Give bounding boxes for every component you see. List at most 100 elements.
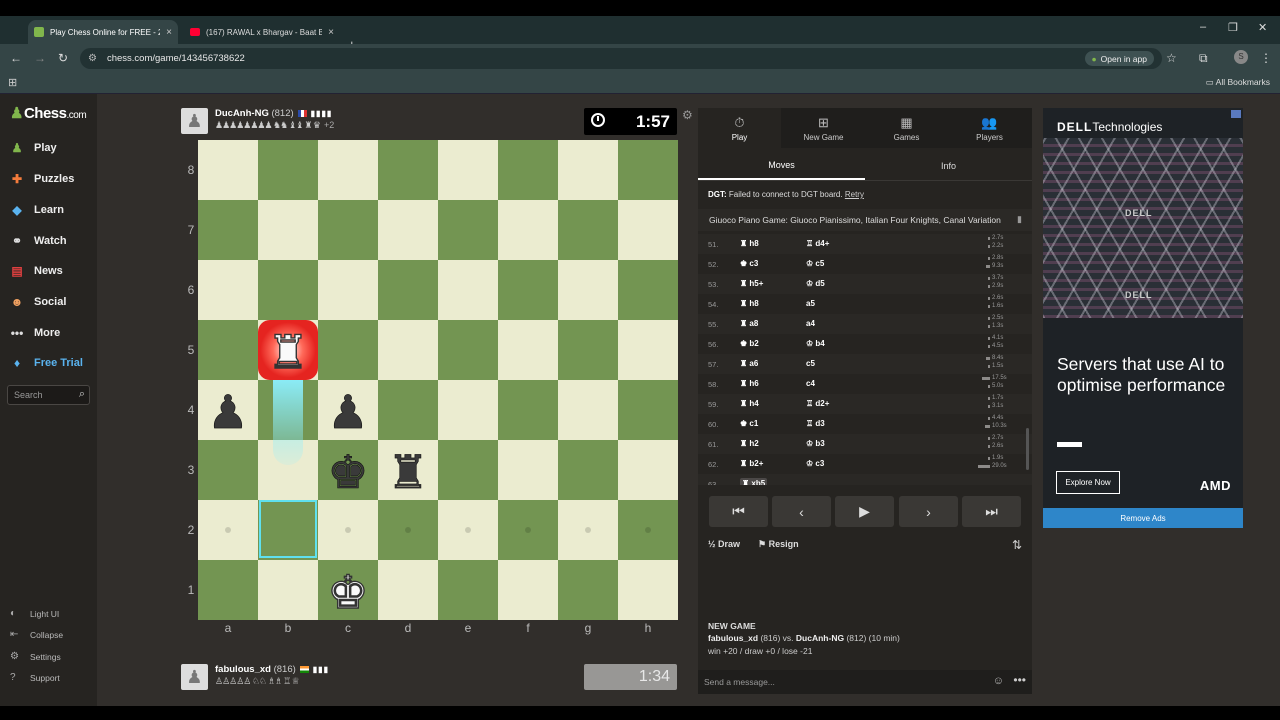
board-square-c6[interactable]: [318, 260, 378, 320]
black-king[interactable]: ♚: [318, 442, 378, 502]
white-move[interactable]: ♚ c1: [740, 419, 758, 428]
player-name[interactable]: DucAnh-NG: [215, 108, 269, 119]
emoji-icon[interactable]: ☺: [993, 675, 1004, 687]
board-square-f4[interactable]: [498, 380, 558, 440]
board-square-g4[interactable]: [558, 380, 618, 440]
board-square-g1[interactable]: [558, 560, 618, 620]
chess-logo[interactable]: ♟Chess.com: [10, 104, 87, 122]
board-square-h3[interactable]: [618, 440, 678, 500]
board-square-f5[interactable]: [498, 320, 558, 380]
ad-choices-icon[interactable]: [1231, 110, 1241, 118]
board-square-h8[interactable]: [618, 140, 678, 200]
tab-players[interactable]: 👥 Players: [948, 108, 1031, 148]
white-move[interactable]: ♜ h5+: [740, 279, 763, 288]
tab-moves[interactable]: Moves: [698, 152, 865, 180]
search-icon[interactable]: ⌕: [79, 388, 85, 401]
board-square-h5[interactable]: [618, 320, 678, 380]
back-icon[interactable]: ←: [10, 51, 22, 65]
board-square-a5[interactable]: [198, 320, 258, 380]
board-square-d1[interactable]: [378, 560, 438, 620]
move-hint-dot[interactable]: [465, 527, 471, 533]
open-in-app-button[interactable]: ● Open in app: [1084, 51, 1154, 66]
light-ui-toggle[interactable]: ◐ Light UI: [10, 608, 59, 619]
sidebar-item-play[interactable]: ♟ Play: [8, 138, 57, 158]
board-square-a7[interactable]: [198, 200, 258, 260]
board-square-b7[interactable]: [258, 200, 318, 260]
browser-menu-icon[interactable]: ⋮: [1260, 51, 1272, 65]
white-player-name[interactable]: fabulous_xd: [708, 633, 758, 643]
board-square-e7[interactable]: [438, 200, 498, 260]
chat-menu-icon[interactable]: •••: [1013, 673, 1026, 687]
player-name[interactable]: fabulous_xd: [215, 664, 271, 675]
resign-button[interactable]: ⚑ Resign: [758, 539, 799, 550]
board-square-e5[interactable]: [438, 320, 498, 380]
board-square-f7[interactable]: [498, 200, 558, 260]
black-rook[interactable]: ♜: [378, 442, 438, 502]
all-bookmarks-button[interactable]: ▭ All Bookmarks: [1206, 77, 1270, 88]
profile-avatar[interactable]: S: [1234, 50, 1248, 64]
draw-button[interactable]: ½ Draw: [708, 539, 740, 549]
forward-icon[interactable]: →: [34, 51, 46, 65]
black-pawn[interactable]: ♟: [198, 382, 258, 442]
white-move[interactable]: ♜ h8: [740, 239, 759, 248]
black-player-name[interactable]: DucAnh-NG: [796, 633, 844, 643]
board-square-b1[interactable]: [258, 560, 318, 620]
chat-input[interactable]: Send a message... ☺ •••: [698, 670, 1032, 694]
advertisement[interactable]: DELL DELL DELLTechnologies Servers that …: [1043, 108, 1243, 508]
autoplay-button[interactable]: ▶: [835, 496, 894, 527]
white-move[interactable]: ♜ h2: [740, 439, 759, 448]
white-move[interactable]: ♜ b2+: [740, 459, 763, 468]
apps-grid-icon[interactable]: ⊞: [8, 76, 17, 89]
board-square-a3[interactable]: [198, 440, 258, 500]
black-move[interactable]: ♔ b4: [806, 339, 825, 348]
sidebar-item-learn[interactable]: ◆ Learn: [8, 200, 64, 220]
sidebar-search-input[interactable]: Search ⌕: [7, 385, 90, 405]
avatar[interactable]: ♟: [181, 664, 208, 690]
board-settings-icon[interactable]: ⚙: [682, 108, 693, 122]
board-square-f6[interactable]: [498, 260, 558, 320]
board-square-c7[interactable]: [318, 200, 378, 260]
board-square-c5[interactable]: [318, 320, 378, 380]
board-square-g7[interactable]: [558, 200, 618, 260]
board-square-d4[interactable]: [378, 380, 438, 440]
board-square-e8[interactable]: [438, 140, 498, 200]
black-move[interactable]: c5: [806, 359, 815, 368]
explore-now-button[interactable]: Explore Now: [1056, 471, 1120, 494]
board-square-d7[interactable]: [378, 200, 438, 260]
board-square-h7[interactable]: [618, 200, 678, 260]
white-move[interactable]: ♚ b2: [740, 339, 759, 348]
collapse-button[interactable]: ⇤ Collapse: [10, 629, 63, 640]
board-square-e4[interactable]: [438, 380, 498, 440]
board-square-g8[interactable]: [558, 140, 618, 200]
board-square-g5[interactable]: [558, 320, 618, 380]
black-move[interactable]: ♔ c3: [806, 459, 824, 468]
next-move-button[interactable]: ›: [899, 496, 958, 527]
move-hint-dot[interactable]: [525, 527, 531, 533]
board-square-b8[interactable]: [258, 140, 318, 200]
browser-tab-youtube[interactable]: (167) RAWAL x Bhargav - Baat Bana ×: [184, 20, 340, 44]
board-square-f1[interactable]: [498, 560, 558, 620]
black-move[interactable]: ♖ d2+: [806, 399, 829, 408]
minimize-button[interactable]: –: [1200, 21, 1206, 33]
sidebar-item-puzzles[interactable]: ✚ Puzzles: [8, 169, 74, 189]
board-square-h4[interactable]: [618, 380, 678, 440]
board-square-e1[interactable]: [438, 560, 498, 620]
avatar[interactable]: ♟: [181, 108, 208, 134]
white-move[interactable]: ♜ a6: [740, 359, 758, 368]
board-square-a1[interactable]: [198, 560, 258, 620]
maximize-button[interactable]: ❐: [1228, 21, 1238, 34]
board-square-a6[interactable]: [198, 260, 258, 320]
black-move[interactable]: a5: [806, 299, 815, 308]
move-list-scrollbar[interactable]: [1026, 428, 1029, 470]
flip-board-icon[interactable]: ⇅: [1012, 538, 1022, 552]
board-square-h1[interactable]: [618, 560, 678, 620]
board-square-h6[interactable]: [618, 260, 678, 320]
board-square-a8[interactable]: [198, 140, 258, 200]
sidebar-item-free-trial[interactable]: ♦ Free Trial: [8, 353, 83, 373]
tab-games[interactable]: ▦ Games: [865, 108, 948, 148]
black-move[interactable]: ♖ d3: [806, 419, 825, 428]
board-square-d5[interactable]: [378, 320, 438, 380]
extensions-icon[interactable]: ⧉: [1199, 51, 1208, 66]
board-square-f8[interactable]: [498, 140, 558, 200]
board-square-e6[interactable]: [438, 260, 498, 320]
